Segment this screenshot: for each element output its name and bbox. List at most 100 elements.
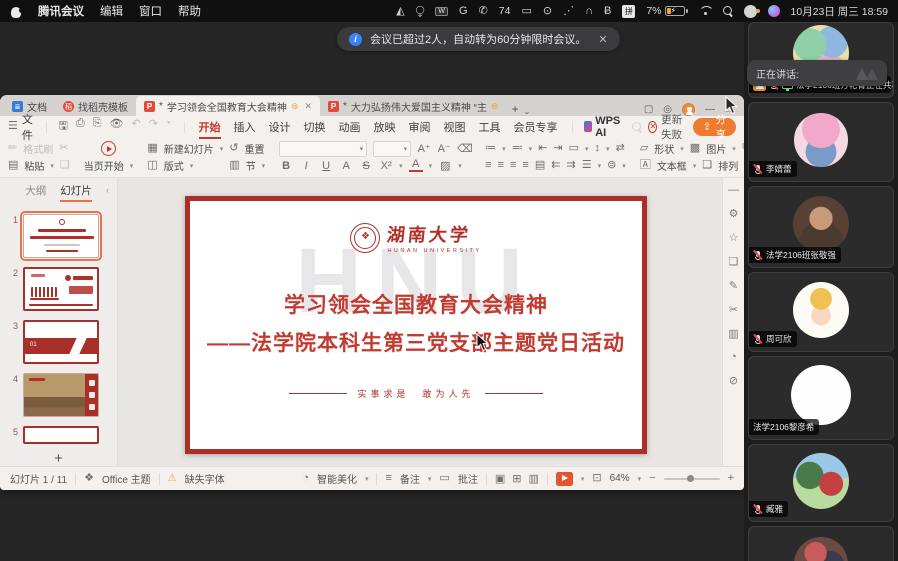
underline-button[interactable]: U xyxy=(319,160,333,172)
bold-button[interactable]: B xyxy=(279,160,293,172)
rail-collapse-icon[interactable]: — xyxy=(728,184,739,196)
output-icon[interactable]: ⎙ xyxy=(76,117,85,136)
update-failed-status[interactable]: ✕ 更新失败 xyxy=(648,112,682,142)
superscript-button[interactable]: X² xyxy=(379,160,393,172)
line-spacing-icon[interactable]: ↕ xyxy=(595,143,601,154)
increase-indent-icon[interactable]: ⇥ xyxy=(553,143,562,154)
panel-collapse-icon[interactable]: ‹ xyxy=(106,185,109,195)
play-caret[interactable]: ▾ xyxy=(130,162,134,170)
battery-indicator[interactable]: 7% xyxy=(646,5,687,17)
play-from-current-icon[interactable] xyxy=(101,141,116,156)
participant-tile[interactable]: 法学2106黎彦希 xyxy=(748,356,894,440)
missing-font-label[interactable]: 缺失字体 xyxy=(185,471,225,486)
textbox-label[interactable]: 文本框 xyxy=(657,158,687,173)
menu-view[interactable]: 视图 xyxy=(442,119,468,135)
rail-properties-icon[interactable]: ⚙ xyxy=(729,207,739,220)
tab-close-icon[interactable]: ✕ xyxy=(304,101,312,112)
participant-tile-partial[interactable] xyxy=(748,526,894,561)
new-slide-caret[interactable]: ▾ xyxy=(220,145,224,153)
font-size-select[interactable]: ▾ xyxy=(373,141,411,157)
wechat-icon[interactable]: ✆ xyxy=(479,6,488,17)
theme-label[interactable]: Office 主题 xyxy=(102,471,151,486)
menubar-edit[interactable]: 编辑 xyxy=(100,3,123,19)
distribute-icon[interactable]: ▤ xyxy=(535,160,545,171)
paste-label[interactable]: 粘贴 xyxy=(24,158,44,173)
paragraph-icon[interactable]: ☰ xyxy=(582,160,592,171)
fit-window-icon[interactable]: ⊡ xyxy=(592,473,601,484)
history-caret[interactable]: ⌄ xyxy=(166,117,172,136)
justify-icon[interactable]: ≡ xyxy=(522,160,528,171)
picture-icon[interactable]: ▩ xyxy=(690,143,700,154)
tab-list-caret[interactable]: ⌄ xyxy=(524,107,537,116)
new-slide-label[interactable]: 新建幻灯片 xyxy=(164,141,214,156)
participant-tile[interactable]: 臧雅 xyxy=(748,444,894,522)
copy-icon[interactable]: ❏ xyxy=(60,160,70,171)
apple-menu-icon[interactable] xyxy=(10,5,22,18)
normal-view-icon[interactable]: ▣ xyxy=(495,472,505,485)
section-icon[interactable]: ▥ xyxy=(229,160,239,171)
notes-label[interactable]: 备注 xyxy=(400,471,420,486)
menubar-help[interactable]: 帮助 xyxy=(178,3,201,19)
wifi-icon[interactable] xyxy=(699,6,712,16)
zoom-slider[interactable] xyxy=(664,478,720,480)
rail-star-icon[interactable]: ☆ xyxy=(729,231,739,244)
shapes-label[interactable]: 形状 xyxy=(654,141,674,156)
thumbnail-1-preview[interactable] xyxy=(23,214,99,258)
slide-layout-icon[interactable]: ◫ xyxy=(147,160,157,171)
thumbnail-4-preview[interactable] xyxy=(23,373,99,417)
indent-left-icon[interactable]: ⇇ xyxy=(551,160,560,171)
comments-label[interactable]: 批注 xyxy=(458,471,478,486)
section-caret[interactable]: ▾ xyxy=(262,162,266,170)
menu-insert[interactable]: 插入 xyxy=(232,119,258,135)
align-center-icon[interactable]: ≡ xyxy=(498,160,504,171)
print-icon[interactable]: ⎘ xyxy=(93,117,102,136)
file-menu[interactable]: ☰ 文件 xyxy=(8,111,34,143)
text-direction-icon[interactable]: ▭ xyxy=(569,143,579,154)
character-button[interactable]: A xyxy=(339,160,353,172)
play-from-current-label[interactable]: 当页开始 xyxy=(84,158,124,173)
wps-ai-button[interactable]: WPS AI xyxy=(584,115,623,139)
italic-button[interactable]: I xyxy=(299,160,313,172)
slide-layout-label[interactable]: 版式 xyxy=(164,158,184,173)
participant-tile[interactable]: 法学2106班张敬强 xyxy=(748,186,894,268)
share-hub-icon[interactable]: ⧬ xyxy=(416,6,425,17)
new-tab-button[interactable]: + xyxy=(507,102,524,116)
thumbnail-5-preview[interactable] xyxy=(23,426,99,444)
font-color-button[interactable]: A xyxy=(409,159,423,173)
g-app-icon[interactable]: G xyxy=(459,6,468,17)
rail-seal-icon[interactable]: ◔ xyxy=(730,351,737,363)
arrange-label[interactable]: 排列 xyxy=(718,158,738,173)
display-mirroring-icon[interactable]: ▭ xyxy=(521,6,531,17)
format-painter-icon[interactable]: ✏ xyxy=(8,143,17,154)
menu-slideshow[interactable]: 放映 xyxy=(372,119,398,135)
cut-icon[interactable]: ✂ xyxy=(59,143,68,154)
highlight-button[interactable]: ▨ xyxy=(438,159,452,172)
font-name-select[interactable]: ▾ xyxy=(279,141,367,157)
user-switch-icon[interactable] xyxy=(744,5,757,18)
current-slide[interactable]: HNU 湖南大学 HUNAN UNIVERSITY 学习领会全国教育大会精神 —… xyxy=(185,196,647,454)
share-button[interactable]: ⇪ 分享 xyxy=(693,118,736,136)
decrease-indent-icon[interactable]: ⇤ xyxy=(538,143,547,154)
participant-tile[interactable]: 李婧蕾 xyxy=(748,102,894,182)
reading-view-icon[interactable]: ▥ xyxy=(528,472,538,485)
columns-icon[interactable]: ⇄ xyxy=(616,143,625,154)
rail-shapes-icon[interactable]: ❏ xyxy=(729,255,739,268)
record-icon[interactable]: ⊙ xyxy=(543,6,552,17)
thumbnail-5[interactable]: 5 xyxy=(10,426,99,444)
thumbnail-2-preview[interactable] xyxy=(23,267,99,311)
thumbnail-1[interactable]: 1 xyxy=(10,214,99,258)
slides-tab[interactable]: 幻灯片 xyxy=(60,183,92,198)
menu-review[interactable]: 审阅 xyxy=(407,119,433,135)
participant-tile[interactable]: 周可欣 xyxy=(748,272,894,352)
zoom-level[interactable]: 64% xyxy=(610,473,630,484)
rail-pen-icon[interactable]: ✎ xyxy=(729,279,738,292)
outline-tab[interactable]: 大纲 xyxy=(25,183,46,198)
ribbon-search-icon[interactable] xyxy=(632,122,639,132)
format-painter-label[interactable]: 格式刷 xyxy=(23,141,53,156)
spotlight-icon[interactable] xyxy=(723,6,733,16)
picture-label[interactable]: 图片 xyxy=(706,141,726,156)
rail-book-icon[interactable]: ▥ xyxy=(728,327,738,340)
menu-transition[interactable]: 切换 xyxy=(302,119,328,135)
zoom-out-icon[interactable]: − xyxy=(649,473,655,484)
decrease-font-icon[interactable]: A⁻ xyxy=(437,142,451,155)
